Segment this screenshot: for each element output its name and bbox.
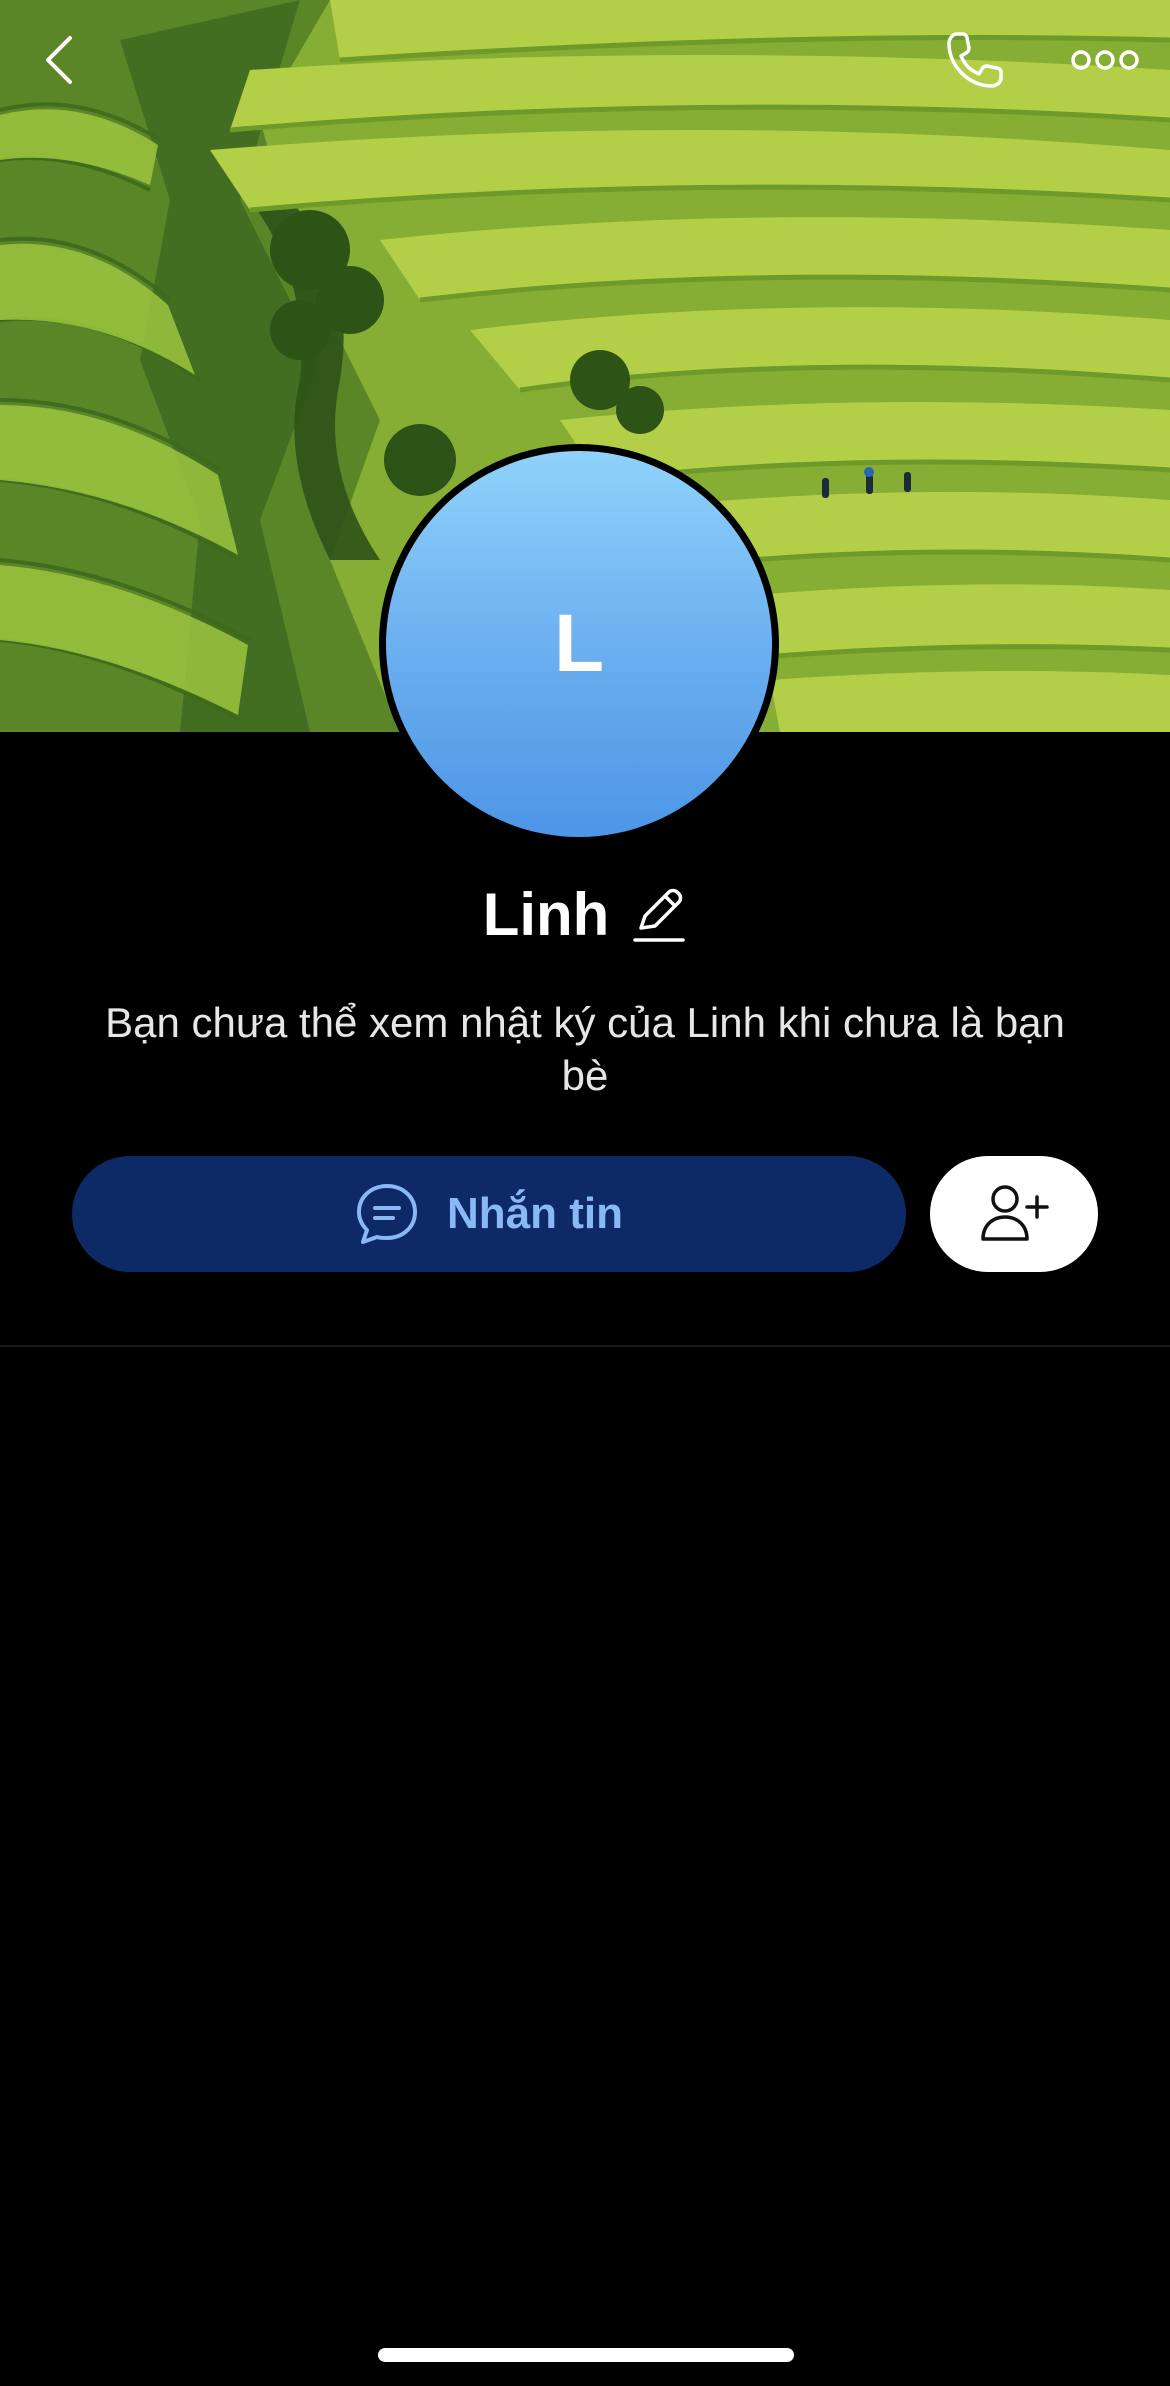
chevron-left-icon [46,36,72,84]
message-button[interactable]: Nhắn tin [72,1156,906,1272]
message-button-label: Nhắn tin [447,1189,623,1238]
more-horizontal-icon [1071,50,1139,70]
friendship-notice: Bạn chưa thể xem nhật ký của Linh khi ch… [105,999,1065,1099]
add-friend-button[interactable] [930,1156,1098,1272]
pencil-icon[interactable] [631,884,687,946]
chat-bubble-icon [357,1184,417,1244]
avatar-circle: L [386,451,772,837]
home-indicator[interactable] [378,2348,794,2362]
avatar[interactable]: L [379,444,779,844]
section-divider [0,1345,1170,1347]
add-user-icon [981,1185,1049,1241]
back-button[interactable] [20,20,100,100]
profile-name: Linh [482,881,610,948]
call-button[interactable] [930,20,1020,100]
more-options-button[interactable] [1055,20,1155,100]
avatar-initial: L [553,598,605,689]
phone-icon [947,32,1003,88]
profile-name-row: Linh [0,880,1170,949]
